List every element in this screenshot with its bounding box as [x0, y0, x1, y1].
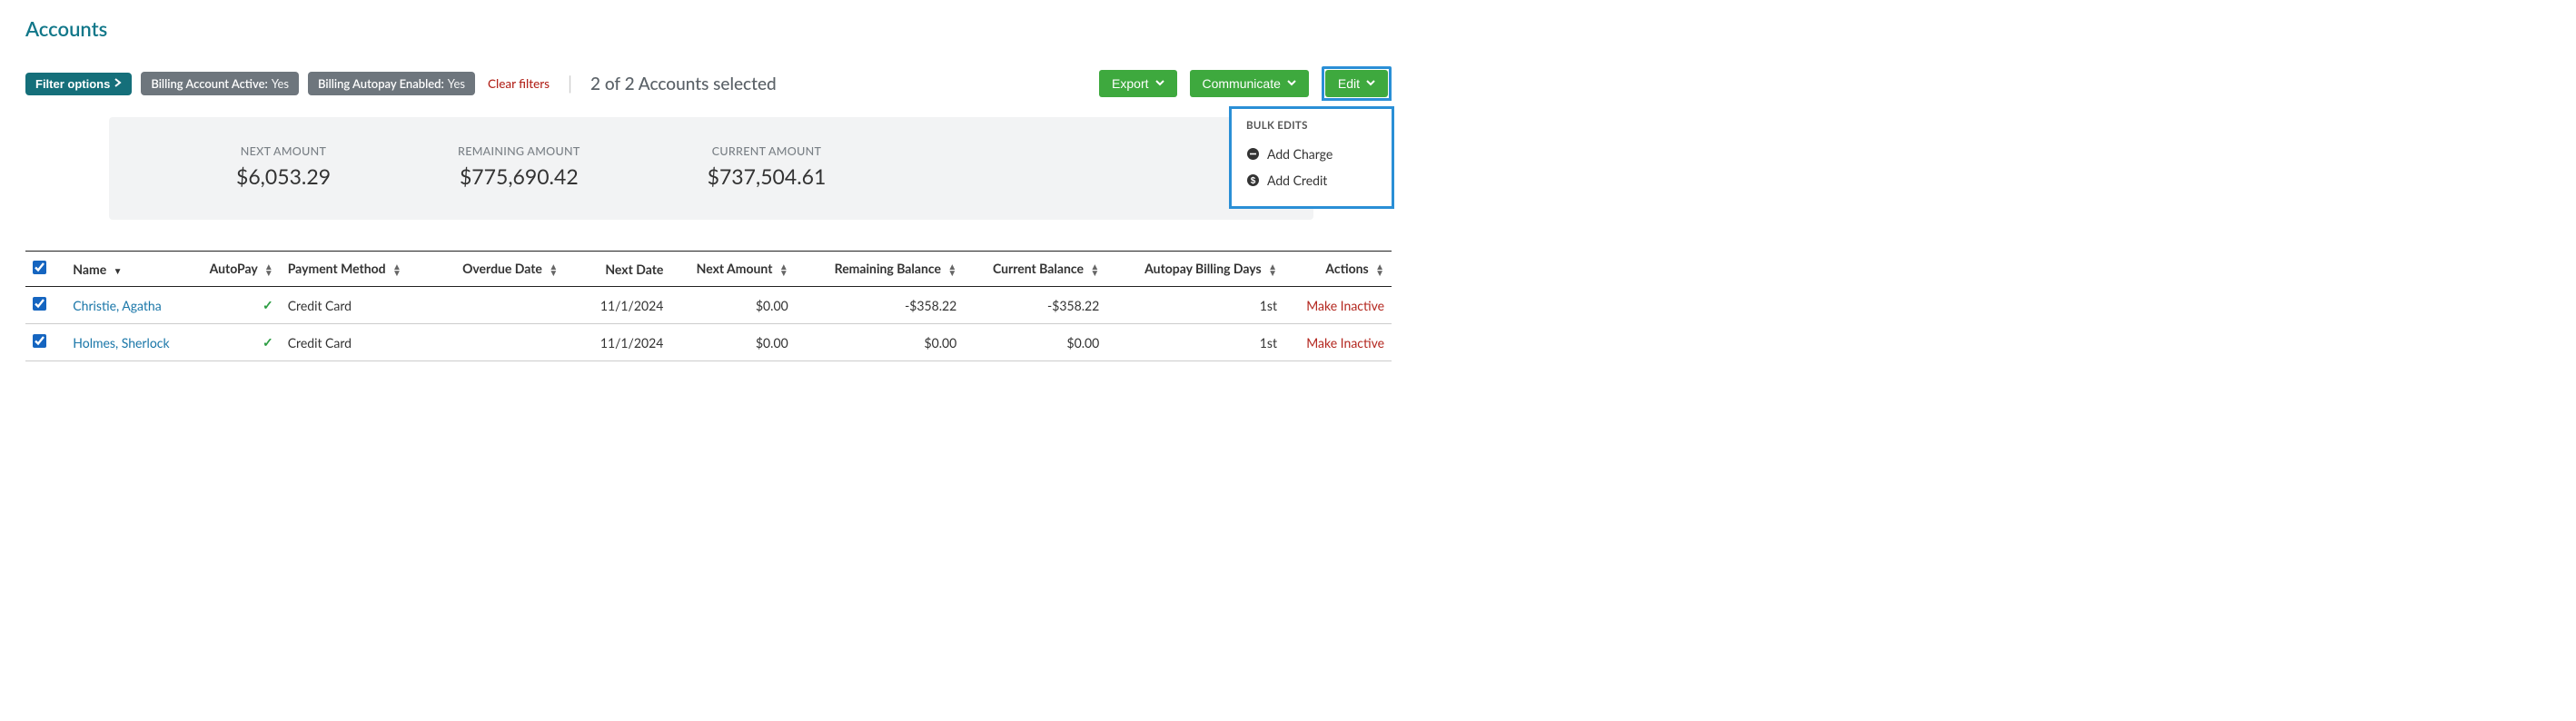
filter-options-button[interactable]: Filter options — [25, 73, 132, 95]
edit-button-highlight: Edit — [1322, 66, 1392, 101]
cell-remaining-balance: -$358.22 — [796, 287, 965, 324]
cell-next-date: 11/1/2024 — [565, 324, 670, 361]
filter-options-label: Filter options — [35, 77, 110, 91]
sort-icon: ▲▼ — [549, 264, 558, 277]
cell-autopay-billing-days: 1st — [1106, 324, 1284, 361]
summary-value: $6,053.29 — [236, 163, 331, 189]
filter-pill-account-active[interactable]: Billing Account Active: Yes — [141, 72, 299, 95]
cell-payment-method: Credit Card — [281, 287, 416, 324]
col-header-next-amount[interactable]: Next Amount ▲▼ — [670, 252, 795, 287]
cell-autopay-billing-days: 1st — [1106, 287, 1284, 324]
row-checkbox[interactable] — [33, 297, 46, 311]
header-label: Next Amount — [697, 261, 773, 276]
communicate-label: Communicate — [1203, 76, 1281, 91]
header-label: Actions — [1325, 261, 1368, 276]
header-label: Autopay Billing Days — [1144, 261, 1262, 276]
col-header-name[interactable]: Name ▼ — [65, 252, 199, 287]
cell-next-date: 11/1/2024 — [565, 287, 670, 324]
summary-panel: NEXT AMOUNT $6,053.29 REMAINING AMOUNT $… — [109, 117, 1313, 220]
cell-next-amount: $0.00 — [670, 287, 795, 324]
header-label: Name — [73, 262, 106, 277]
summary-label: REMAINING AMOUNT — [458, 144, 580, 158]
pill-label: Billing Autopay Enabled: — [318, 76, 444, 91]
pill-label: Billing Account Active: — [151, 76, 267, 91]
sort-icon: ▲▼ — [779, 264, 788, 277]
table-row: Christie, Agatha ✓ Credit Card 11/1/2024… — [25, 287, 1392, 324]
sort-icon: ▲▼ — [392, 264, 401, 277]
cell-current-balance: -$358.22 — [964, 287, 1106, 324]
cell-overdue-date — [416, 324, 565, 361]
clear-filters-link[interactable]: Clear filters — [488, 76, 550, 91]
header-label: Overdue Date — [462, 261, 542, 276]
sort-down-icon: ▼ — [114, 266, 123, 277]
divider: | — [568, 73, 572, 94]
cell-overdue-date — [416, 287, 565, 324]
chevron-down-icon — [1366, 78, 1375, 89]
header-label: Remaining Balance — [835, 261, 941, 276]
col-header-remaining-balance[interactable]: Remaining Balance ▲▼ — [796, 252, 965, 287]
header-label: Payment Method — [288, 261, 386, 276]
make-inactive-link[interactable]: Make Inactive — [1306, 298, 1384, 313]
account-name-link[interactable]: Holmes, Sherlock — [73, 335, 169, 351]
edit-button[interactable]: Edit — [1325, 70, 1388, 97]
selection-count: 2 of 2 Accounts selected — [590, 74, 777, 94]
summary-next-amount: NEXT AMOUNT $6,053.29 — [236, 144, 331, 189]
dropdown-header: BULK EDITS — [1246, 120, 1377, 132]
col-header-actions[interactable]: Actions ▲▼ — [1284, 252, 1392, 287]
dollar-circle-icon: $ — [1246, 173, 1260, 187]
minus-circle-icon — [1246, 147, 1260, 161]
export-button[interactable]: Export — [1099, 70, 1176, 97]
filter-pill-autopay-enabled[interactable]: Billing Autopay Enabled: Yes — [308, 72, 475, 95]
summary-label: CURRENT AMOUNT — [708, 144, 827, 158]
chevron-down-icon — [1287, 78, 1296, 89]
summary-value: $775,690.42 — [458, 163, 580, 189]
edit-dropdown: BULK EDITS Add Charge $ Add Credit — [1229, 106, 1394, 209]
check-icon: ✓ — [263, 334, 273, 350]
svg-text:$: $ — [1251, 176, 1256, 186]
menu-item-label: Add Charge — [1267, 146, 1333, 162]
account-name-link[interactable]: Christie, Agatha — [73, 298, 161, 313]
summary-value: $737,504.61 — [708, 163, 827, 189]
header-label: Next Date — [605, 262, 663, 277]
export-label: Export — [1112, 76, 1148, 91]
summary-current-amount: CURRENT AMOUNT $737,504.61 — [708, 144, 827, 189]
col-header-next-date[interactable]: Next Date — [565, 252, 670, 287]
table-row: Holmes, Sherlock ✓ Credit Card 11/1/2024… — [25, 324, 1392, 361]
menu-item-add-credit[interactable]: $ Add Credit — [1246, 167, 1377, 193]
col-header-current-balance[interactable]: Current Balance ▲▼ — [964, 252, 1106, 287]
cell-payment-method: Credit Card — [281, 324, 416, 361]
page-title: Accounts — [25, 16, 1392, 41]
cell-current-balance: $0.00 — [964, 324, 1106, 361]
summary-label: NEXT AMOUNT — [236, 144, 331, 158]
cell-next-amount: $0.00 — [670, 324, 795, 361]
check-icon: ✓ — [263, 297, 273, 312]
col-header-autopay[interactable]: AutoPay ▲▼ — [199, 252, 281, 287]
toolbar: Filter options Billing Account Active: Y… — [25, 66, 1392, 101]
sort-icon: ▲▼ — [1268, 264, 1277, 277]
col-header-autopay-billing-days[interactable]: Autopay Billing Days ▲▼ — [1106, 252, 1284, 287]
sort-icon: ▲▼ — [947, 264, 956, 277]
cell-remaining-balance: $0.00 — [796, 324, 965, 361]
select-all-checkbox[interactable] — [33, 261, 46, 274]
sort-icon: ▲▼ — [1090, 264, 1099, 277]
make-inactive-link[interactable]: Make Inactive — [1306, 335, 1384, 351]
header-label: AutoPay — [210, 261, 258, 276]
col-header-payment-method[interactable]: Payment Method ▲▼ — [281, 252, 416, 287]
accounts-table: Name ▼ AutoPay ▲▼ Payment Method ▲▼ Over… — [25, 251, 1392, 361]
edit-label: Edit — [1338, 76, 1360, 91]
menu-item-add-charge[interactable]: Add Charge — [1246, 141, 1377, 167]
row-checkbox[interactable] — [33, 334, 46, 348]
chevron-right-icon — [114, 77, 122, 90]
pill-value: Yes — [448, 76, 465, 91]
pill-value: Yes — [272, 76, 289, 91]
sort-icon: ▲▼ — [264, 264, 273, 277]
header-label: Current Balance — [993, 261, 1084, 276]
communicate-button[interactable]: Communicate — [1190, 70, 1309, 97]
summary-remaining-amount: REMAINING AMOUNT $775,690.42 — [458, 144, 580, 189]
col-header-overdue-date[interactable]: Overdue Date ▲▼ — [416, 252, 565, 287]
chevron-down-icon — [1155, 78, 1164, 89]
sort-icon: ▲▼ — [1375, 264, 1384, 277]
menu-item-label: Add Credit — [1267, 173, 1327, 188]
